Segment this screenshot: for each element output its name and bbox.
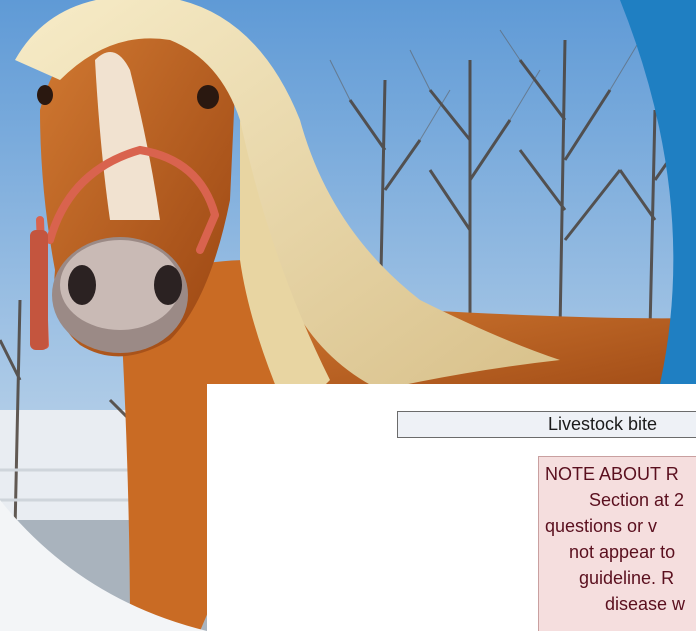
- note-line: questions or v: [545, 516, 658, 536]
- document-header: Livestock bite: [397, 411, 696, 438]
- note-line: not appear to: [569, 542, 676, 562]
- note-line: disease w: [605, 594, 686, 614]
- note-line: NOTE ABOUT R: [545, 464, 679, 484]
- document-header-text: Livestock bite: [548, 414, 658, 434]
- note-line: Section at 2: [589, 490, 685, 510]
- document-panel: Livestock bite NOTE ABOUT R Section at 2…: [207, 384, 696, 631]
- note-line: guideline. R: [579, 568, 675, 588]
- note-box: NOTE ABOUT R Section at 2 questions or v…: [538, 456, 696, 631]
